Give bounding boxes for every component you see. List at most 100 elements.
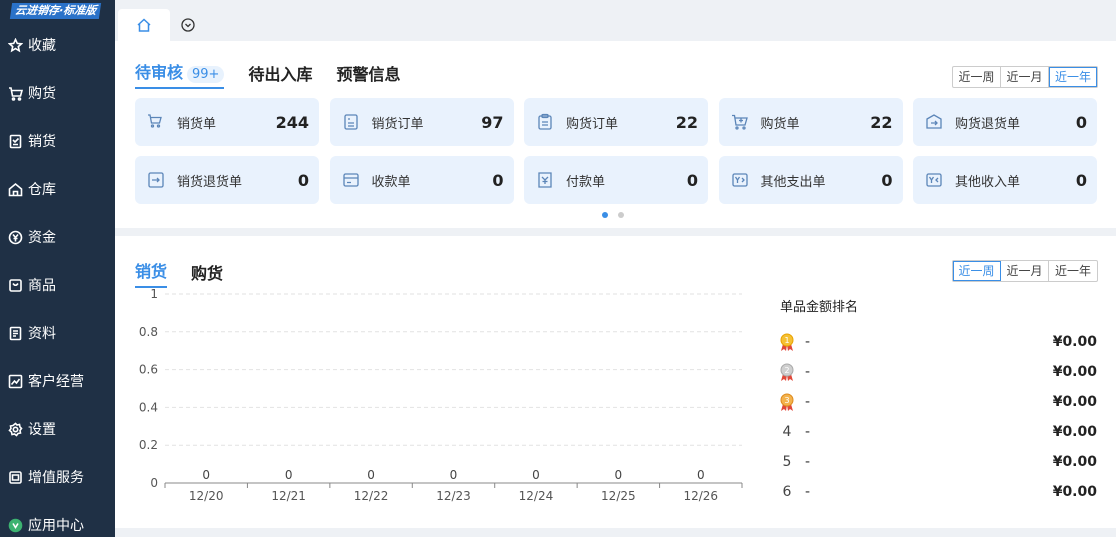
bronze-medal-icon: 3 [779, 392, 795, 412]
tile-6[interactable]: 收款单 0 [329, 156, 514, 204]
rank-row: 4- ¥0.00 [779, 422, 1097, 442]
wallet-icon [342, 171, 360, 189]
tile-label: 销货单 [177, 116, 217, 132]
tile-3[interactable]: 购货单 22 [718, 98, 903, 146]
pending-tab-1[interactable]: 待出入库 [248, 61, 312, 89]
tile-9[interactable]: 其他收入单 0 [913, 156, 1097, 204]
gold-medal-icon: 1 [779, 332, 795, 352]
chart-tab-0[interactable]: 销货 [135, 258, 168, 288]
pending-tab-2[interactable]: 预警信息 [336, 61, 400, 89]
sidebar-item-3[interactable]: 仓库 [0, 169, 115, 209]
tile-label: 付款单 [566, 174, 606, 190]
rank-row: 6- ¥0.00 [779, 482, 1097, 502]
data-icon [8, 326, 23, 341]
sidebar-item-6[interactable]: 资料 [0, 313, 115, 353]
sidebar-item-label: 销货 [28, 134, 56, 150]
sidebar-item-label: 设置 [28, 422, 56, 438]
rank-item-name: - [805, 424, 811, 440]
sidebar-item-9[interactable]: 增值服务 [0, 457, 115, 497]
gear-icon [8, 421, 23, 437]
sidebar: 云进销存·标准版 收藏购货销货仓库资金商品资料客户经营设置增值服务应用中心 [0, 0, 115, 537]
range-option-1[interactable]: 近一月 [1001, 67, 1049, 87]
sidebar-item-1[interactable]: 购货 [0, 73, 115, 113]
clipboard-icon [536, 113, 554, 131]
sales-chart: 0 0.2 0.4 0.6 0.8 1 0 12/20 0 12/21 0 12/22 0 12/23 0 1… [139, 287, 743, 503]
return-doc-icon [147, 171, 165, 189]
chart-tab-1[interactable]: 购货 [191, 260, 223, 288]
pending-panel: 待审核 99+ 待出入库 预警信息 近一周 近一月 近一年 销货单 244 销货订单 97 购货订… [115, 41, 1116, 228]
x-tick-label: 12/20 [189, 489, 224, 503]
sales-doc-icon [8, 134, 23, 149]
rank-item-name: - [805, 484, 811, 500]
rank-row: 3 - ¥0.00 [779, 392, 1097, 412]
rank-item-name: - [805, 334, 811, 350]
y-tick-label: 0.8 [139, 325, 158, 339]
service-icon [8, 470, 23, 485]
goods-icon [8, 278, 23, 293]
rank-item-name: - [805, 394, 811, 410]
range-option-1[interactable]: 近一月 [1001, 261, 1049, 281]
tile-label: 购货单 [760, 116, 800, 132]
pending-tab-0[interactable]: 待审核 99+ [135, 59, 225, 89]
tile-count: 0 [1075, 112, 1087, 132]
x-tick-label: 12/24 [519, 489, 554, 503]
cart-plus-icon [731, 113, 749, 131]
rank-amount: ¥0.00 [1052, 334, 1097, 350]
chevron-down-circle-icon [181, 18, 195, 32]
tile-0[interactable]: 销货单 244 [135, 98, 319, 146]
x-tick-label: 12/26 [683, 489, 718, 503]
pager-dot-2[interactable] [618, 212, 624, 218]
rank-row: 2 - ¥0.00 [779, 362, 1097, 382]
rank-title: 单品金额排名 [780, 300, 859, 315]
sales-panel: 销货 购货 近一周 近一月 近一年 0 0.2 0.4 0.6 0.8 1 0 12/20 0 12/2… [115, 236, 1116, 528]
tile-5[interactable]: 销货退货单 0 [135, 156, 319, 204]
range-option-2[interactable]: 近一年 [1049, 261, 1097, 281]
range-option-0[interactable]: 近一周 [953, 67, 1001, 87]
app-logo[interactable]: 云进销存·标准版 [9, 3, 102, 19]
rank-number: 4 [782, 424, 792, 440]
tile-8[interactable]: 其他支出单 0 [718, 156, 903, 204]
svg-text:3: 3 [784, 396, 789, 405]
sidebar-item-5[interactable]: 商品 [0, 265, 115, 305]
sidebar-item-7[interactable]: 客户经营 [0, 361, 115, 401]
y-tick-label: 0.6 [139, 363, 158, 377]
x-tick-label: 12/25 [601, 489, 636, 503]
bar-value-label: 0 [450, 468, 458, 482]
yen-in-icon [925, 171, 943, 189]
range-option-2[interactable]: 近一年 [1049, 67, 1097, 87]
y-tick-label: 1 [150, 287, 158, 301]
tab-label: 待审核 [135, 63, 184, 82]
svg-text:2: 2 [784, 366, 789, 375]
sidebar-item-4[interactable]: 资金 [0, 217, 115, 257]
warehouse-icon [8, 182, 23, 197]
sidebar-item-label: 商品 [28, 278, 56, 294]
sidebar-item-0[interactable]: 收藏 [0, 25, 115, 65]
tile-1[interactable]: 销货订单 97 [329, 98, 514, 146]
rank-amount: ¥0.00 [1052, 424, 1097, 440]
pager-dot-1[interactable] [602, 212, 608, 218]
tile-2[interactable]: 购货订单 22 [524, 98, 708, 146]
star-icon [8, 37, 23, 53]
tile-label: 销货退货单 [177, 174, 243, 190]
tile-count: 0 [492, 170, 504, 190]
rank-amount: ¥0.00 [1052, 454, 1097, 470]
sidebar-item-10[interactable]: 应用中心 [0, 505, 115, 537]
rank-amount: ¥0.00 [1052, 364, 1097, 380]
home-tab[interactable] [118, 9, 170, 41]
tile-7[interactable]: 付款单 0 [524, 156, 708, 204]
sidebar-item-2[interactable]: 销货 [0, 121, 115, 161]
sidebar-item-8[interactable]: 设置 [0, 409, 115, 449]
y-tick-label: 0 [150, 476, 158, 490]
tab-bar [115, 0, 1116, 41]
range-option-0[interactable]: 近一周 [953, 261, 1001, 281]
payment-icon [536, 171, 554, 189]
tile-count: 22 [870, 112, 893, 132]
tile-count: 0 [1075, 170, 1087, 190]
tab-menu-button[interactable] [181, 17, 195, 32]
pager-dots [602, 212, 634, 218]
tile-4[interactable]: 购货退货单 0 [913, 98, 1097, 146]
sidebar-item-label: 客户经营 [28, 374, 84, 390]
x-tick-label: 12/22 [354, 489, 389, 503]
bar-value-label: 0 [367, 468, 375, 482]
cart-icon [8, 86, 23, 101]
